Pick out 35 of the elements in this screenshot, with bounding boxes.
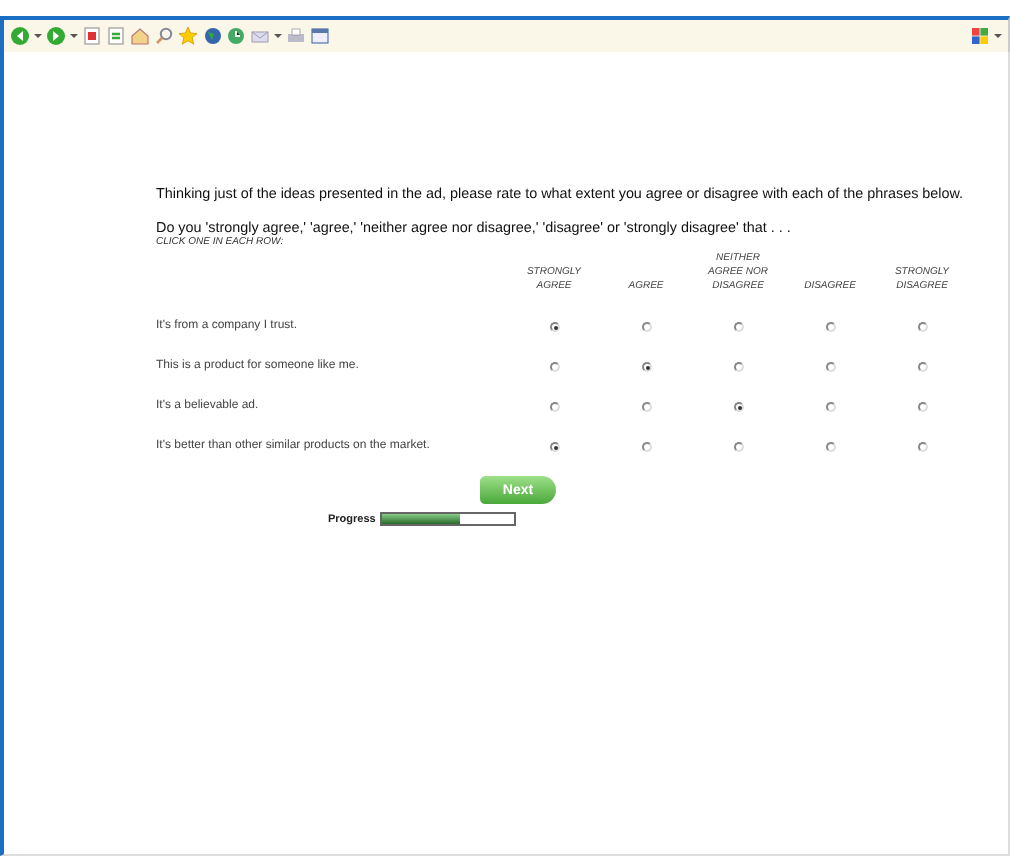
window-icon[interactable] [310,26,330,46]
stop-icon[interactable] [82,26,102,46]
radio-button[interactable] [549,321,559,331]
radio-button[interactable] [825,321,835,331]
radio-button[interactable] [641,361,651,371]
radio-button[interactable] [641,321,651,331]
radio-button[interactable] [733,441,743,451]
dropdown-icon[interactable] [274,32,282,40]
radio-button[interactable] [549,361,559,371]
radio-button[interactable] [733,321,743,331]
dropdown-icon[interactable] [994,32,1002,40]
back-icon[interactable] [10,26,30,46]
windows-flag-icon[interactable] [970,26,990,46]
dropdown-icon[interactable] [34,32,42,40]
radio-button[interactable] [549,401,559,411]
radio-button[interactable] [917,401,927,411]
radio-button[interactable] [825,441,835,451]
refresh-icon[interactable] [106,26,126,46]
globe-icon[interactable] [202,26,222,46]
radio-button[interactable] [641,401,651,411]
radio-button[interactable] [825,361,835,371]
radio-button[interactable] [733,401,743,411]
forward-icon[interactable] [46,26,66,46]
radio-button[interactable] [917,361,927,371]
radio-button[interactable] [825,401,835,411]
radio-button[interactable] [917,441,927,451]
radio-button[interactable] [641,441,651,451]
home-icon[interactable] [130,26,150,46]
search-icon[interactable] [154,26,174,46]
dropdown-icon[interactable] [70,32,78,40]
radio-button[interactable] [733,361,743,371]
radio-button[interactable] [549,441,559,451]
radio-button[interactable] [917,321,927,331]
clock-icon[interactable] [226,26,246,46]
star-icon[interactable] [178,26,198,46]
